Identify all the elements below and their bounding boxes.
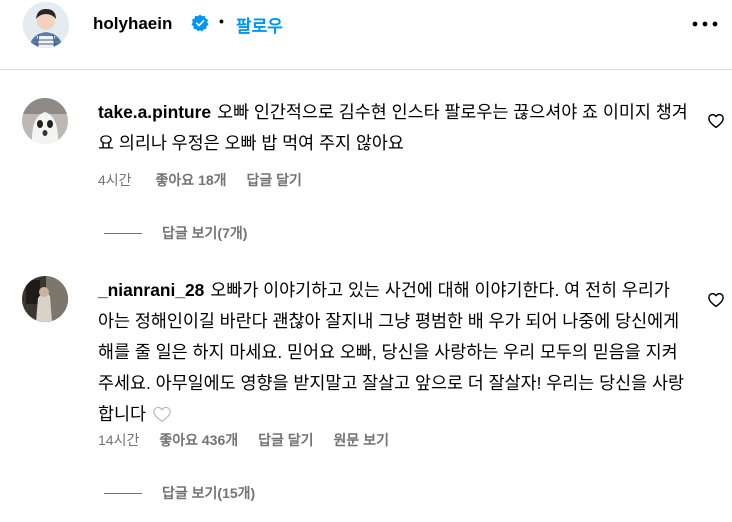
commenter-avatar[interactable] (22, 276, 68, 322)
reply-button[interactable]: 답글 달기 (247, 170, 302, 190)
follow-button[interactable]: 팔로우 (236, 12, 283, 37)
view-replies-button[interactable]: 답글 보기(7개) (104, 223, 247, 243)
comment-content: 오빠가 이야기하고 있는 사건에 대해 이야기한다. 여 전히 우리가 아는 정… (98, 280, 684, 424)
comment-username[interactable]: _nianrani_28 (98, 280, 204, 300)
reply-button[interactable]: 답글 달기 (258, 430, 313, 450)
post-header: holyhaein • 팔로우 (0, 0, 732, 70)
comment-body: _nianrani_28 오빠가 이야기하고 있는 사건에 대해 이야기한다. 여… (98, 275, 688, 430)
heart-icon[interactable] (707, 112, 725, 130)
comment-likes[interactable]: 좋아요 436개 (159, 430, 238, 450)
comment-body: take.a.pinture 오빠 인간적으로 김수현 인스타 팔로우는 끊으셔야… (98, 97, 688, 159)
see-original-button[interactable]: 원문 보기 (334, 430, 389, 450)
comment-timestamp[interactable]: 4시간 (98, 170, 132, 190)
view-replies-label: 답글 보기(15개) (162, 485, 256, 501)
replies-divider-line (104, 492, 142, 494)
replies-divider-line (104, 232, 142, 234)
profile-username[interactable]: holyhaein (93, 14, 172, 34)
commenter-avatar[interactable] (22, 98, 68, 144)
verified-badge-icon (191, 14, 209, 32)
profile-avatar[interactable] (23, 2, 69, 48)
comment-meta: 14시간 좋아요 436개 답글 달기 원문 보기 (98, 430, 389, 450)
view-replies-label: 답글 보기(7개) (162, 225, 248, 241)
comment-meta: 4시간 좋아요 18개 답글 달기 (98, 170, 302, 190)
comment-timestamp[interactable]: 14시간 (98, 430, 139, 450)
view-replies-button[interactable]: 답글 보기(15개) (104, 483, 255, 503)
separator-dot: • (219, 13, 224, 29)
white-heart-emoji-icon (153, 406, 171, 423)
heart-icon[interactable] (707, 291, 725, 309)
more-options-icon[interactable] (689, 13, 721, 35)
comment-likes[interactable]: 좋아요 18개 (156, 170, 227, 190)
comment-username[interactable]: take.a.pinture (98, 102, 211, 122)
